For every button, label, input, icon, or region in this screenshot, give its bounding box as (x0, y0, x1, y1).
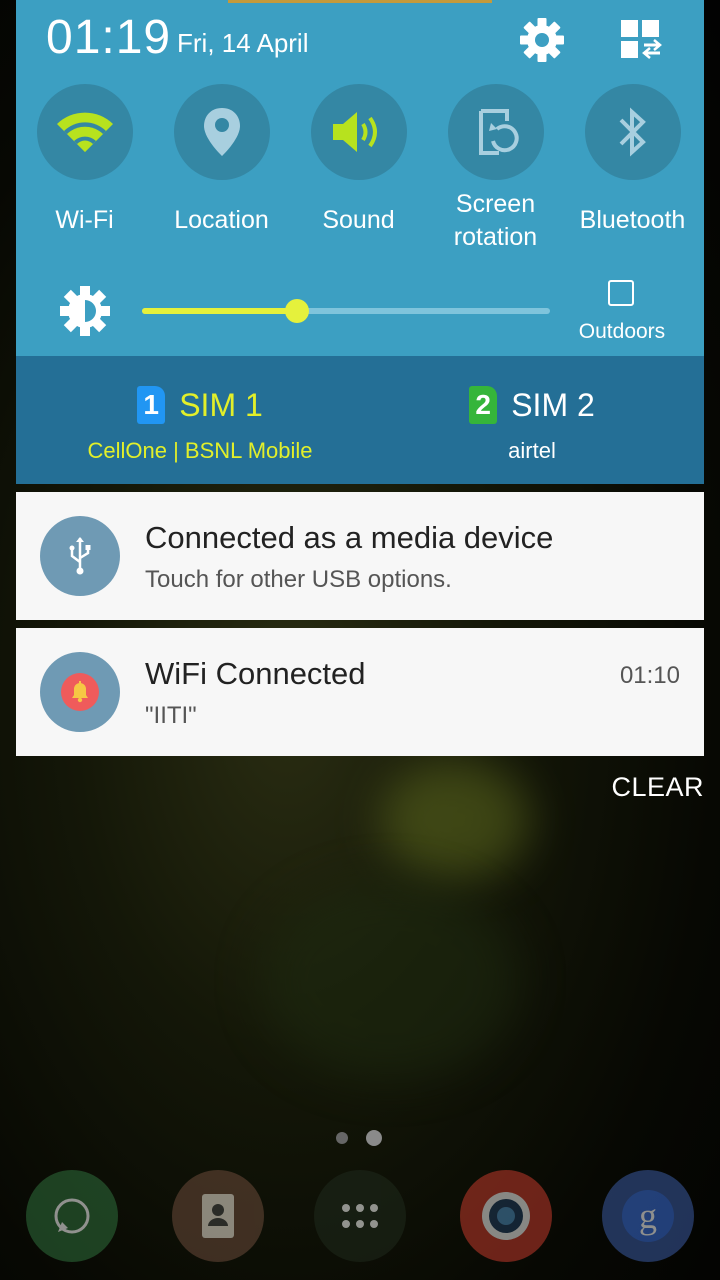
quick-toggles: Wi-Fi Location Sound Screen rotation Blu… (16, 84, 704, 254)
camera-icon (482, 1192, 530, 1240)
dock-contacts[interactable] (172, 1170, 264, 1262)
brightness-slider[interactable] (142, 299, 550, 323)
home-page-indicator (336, 1130, 382, 1146)
quick-settings-panel: 01:19 Fri, 14 April Wi-Fi Location Sound… (16, 0, 704, 484)
clear-notifications-button[interactable]: CLEAR (611, 772, 704, 803)
bluetooth-icon (619, 107, 646, 157)
google-icon: g (622, 1190, 674, 1242)
usb-icon (69, 537, 91, 575)
toggle-bluetooth-label: Bluetooth (579, 206, 686, 234)
toggle-location-label: Location (174, 206, 269, 234)
top-accent-bar (228, 0, 492, 3)
grid-edit-icon (621, 20, 662, 59)
toggle-location-circle[interactable] (173, 84, 270, 180)
notification-wifi-subtitle: "IITI" (145, 702, 197, 729)
dock-apps[interactable] (314, 1170, 406, 1262)
notification-usb-title: Connected as a media device (145, 520, 554, 555)
notification-wifi-title: WiFi Connected (145, 656, 366, 691)
notification-usb-icon-circle (40, 516, 120, 596)
sim1-name: SIM 1 (179, 386, 263, 423)
notification-wifi-icon-circle (40, 652, 120, 732)
gear-icon (520, 18, 564, 62)
toggle-wifi[interactable]: Wi-Fi (16, 84, 153, 237)
brightness-row: Outdoors (16, 270, 704, 350)
settings-button[interactable] (516, 16, 568, 64)
brightness-slider-thumb[interactable] (285, 299, 310, 323)
edit-toggles-button[interactable] (616, 16, 666, 64)
location-icon (203, 108, 240, 156)
clock: 01:19 (46, 11, 172, 64)
toggle-screen-rotation-label-line1: Screen (455, 190, 536, 218)
apps-icon (342, 1204, 378, 1228)
screen-rotation-icon (478, 109, 519, 155)
toggle-location[interactable]: Location (153, 84, 290, 237)
wifi-icon (56, 112, 113, 152)
toggle-wifi-circle[interactable] (36, 84, 133, 180)
bell-icon (61, 673, 99, 711)
svg-text:g: g (639, 1196, 657, 1236)
dock-whatsapp[interactable] (26, 1170, 118, 1262)
outdoors-checkbox[interactable] (608, 280, 634, 306)
toggle-screen-rotation-label: Screen rotation (427, 188, 564, 254)
notification-usb[interactable]: Connected as a media device Touch for ot… (16, 492, 704, 620)
brightness-icon (60, 286, 110, 336)
wallpaper-glow (380, 760, 530, 880)
notification-usb-subtitle: Touch for other USB options. (145, 566, 452, 593)
sim-info-bar: 1 SIM 1 CellOne | BSNL Mobile 2 SIM 2 ai… (16, 356, 704, 484)
sim1-info[interactable]: 1 SIM 1 CellOne | BSNL Mobile (40, 384, 360, 464)
sound-icon (332, 112, 377, 152)
dock-camera[interactable] (460, 1170, 552, 1262)
outdoors-label: Outdoors (578, 320, 666, 343)
toggle-screen-rotation[interactable]: Screen rotation (427, 84, 564, 254)
contacts-icon (202, 1194, 234, 1238)
toggle-sound-label: Sound (322, 206, 395, 234)
notification-wifi-time: 01:10 (619, 662, 680, 689)
whatsapp-icon (54, 1198, 90, 1234)
sim2-badge-icon: 2 (469, 386, 498, 424)
toggle-sound[interactable]: Sound (290, 84, 427, 237)
toggle-sound-circle[interactable] (310, 84, 407, 180)
toggle-bluetooth-circle[interactable] (584, 84, 681, 180)
sim1-badge-icon: 1 (137, 386, 166, 424)
sim2-info[interactable]: 2 SIM 2 airtel (400, 384, 664, 464)
notification-wifi[interactable]: WiFi Connected "IITI" 01:10 (16, 628, 704, 756)
wallpaper-glow (260, 880, 520, 1080)
date: Fri, 14 April (177, 28, 309, 58)
sim2-carrier: airtel (508, 438, 556, 463)
toggle-screen-rotation-label-line2: rotation (453, 223, 538, 251)
toggle-wifi-label: Wi-Fi (55, 206, 114, 234)
sim2-name: SIM 2 (511, 386, 595, 423)
dock-google[interactable]: g (602, 1170, 694, 1262)
sim1-carrier: CellOne | BSNL Mobile (87, 438, 313, 463)
home-dock: g (0, 1168, 720, 1268)
page-dot-active (366, 1130, 382, 1146)
page-dot (336, 1132, 348, 1144)
toggle-screen-rotation-circle[interactable] (447, 84, 544, 180)
brightness-slider-fill (142, 308, 298, 314)
toggle-bluetooth[interactable]: Bluetooth (564, 84, 701, 237)
